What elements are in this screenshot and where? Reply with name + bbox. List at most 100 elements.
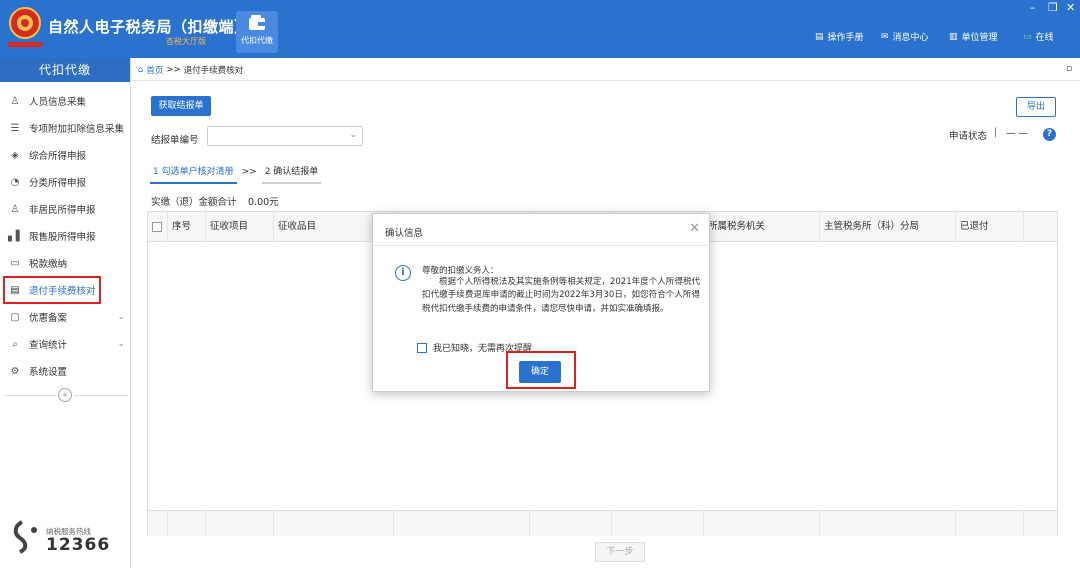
checkbox[interactable]: [417, 342, 427, 353]
footer-cell: [530, 511, 612, 536]
divider: [132, 80, 1080, 81]
step-2[interactable]: 2 确认结报单: [261, 164, 322, 184]
book-icon: ▤: [815, 31, 824, 42]
hotline-number: 12366: [46, 535, 111, 555]
messages-label: 消息中心: [892, 33, 929, 43]
close-tab-button[interactable]: ▫: [1066, 64, 1072, 74]
bar-icon: ▖▌: [8, 230, 24, 242]
person-icon: ♙: [10, 203, 20, 215]
dialog-message: 根据个人所得税法及其实施条例等相关规定，2021年度个人所得税代扣代缴手续费退库…: [422, 277, 700, 314]
sidebar-item-query[interactable]: ⌕ 查询统计 ⌄: [0, 334, 131, 354]
pie-icon: ◔: [10, 176, 20, 188]
status-label: 申请状态: [949, 131, 988, 142]
unit-management-link[interactable]: ▥ 单位管理: [949, 30, 998, 44]
breadcrumb-home[interactable]: 首页: [146, 64, 163, 76]
step-1[interactable]: 1 勾选单户核对清册: [150, 164, 237, 184]
sidebar-item-label: 税款缴纳: [29, 259, 68, 270]
footer-cell: [274, 511, 394, 536]
help-icon[interactable]: ?: [1043, 128, 1056, 141]
wallet-icon: [249, 15, 265, 30]
step-indicator: 1 勾选单户核对清册 >> 2 确认结报单: [150, 164, 322, 184]
col-refunded: 已退付: [956, 212, 1024, 241]
chevron-down-icon: ⌄: [117, 339, 125, 349]
doc-icon: ▢: [10, 311, 20, 323]
sidebar-highlight-box: [3, 276, 101, 304]
sidebar-item-restricted-stock[interactable]: ▖▌ 限售股所得申报: [0, 226, 131, 246]
app-title: 自然人电子税务局（扣缴端）: [48, 18, 250, 36]
breadcrumb: ⌂ 首页 >> 退付手续费核对: [138, 64, 243, 76]
manual-label: 操作手册: [827, 33, 864, 43]
sidebar-item-label: 非居民所得申报: [29, 205, 96, 216]
manual-link[interactable]: ▤ 操作手册: [815, 30, 864, 44]
sidebar-item-preferential[interactable]: ▢ 优惠备案 ⌄: [0, 307, 131, 327]
col-branch-office: 主管税务所（科）分局: [820, 212, 956, 241]
sidebar-item-label: 查询统计: [29, 340, 68, 351]
footer-cell: [820, 511, 956, 536]
title-bar: 自然人电子税务局（扣缴端） 杏税大厅版 代扣代缴 ▤ 操作手册 ✉ 消息中心 ▥…: [0, 0, 1080, 58]
next-step-button[interactable]: 下一步: [595, 542, 645, 562]
select-all-checkbox[interactable]: [152, 221, 162, 232]
module-withholding[interactable]: 代扣代缴: [236, 11, 278, 53]
hotline: 纳税服务热线 12366: [12, 520, 109, 557]
online-label: 在线: [1035, 33, 1054, 43]
sidebar-header: 代扣代缴: [0, 58, 130, 82]
breadcrumb-current: 退付手续费核对: [183, 66, 244, 76]
dialog-greeting: 尊敬的扣缴义务人：: [422, 266, 499, 276]
sidebar-item-label: 人员信息采集: [29, 97, 87, 108]
list-icon: ☰: [10, 122, 20, 134]
confirm-highlight-box: [506, 351, 576, 389]
footer-cell: [148, 511, 168, 536]
gear-icon: ⚙: [10, 365, 20, 377]
sidebar-item-nonresident[interactable]: ♙ 非居民所得申报: [0, 199, 131, 219]
online-status[interactable]: ▭ 在线: [1023, 30, 1054, 44]
sidebar-item-personnel[interactable]: ♙ 人员信息采集: [0, 91, 131, 111]
sidebar-item-tax-payment[interactable]: ▭ 税款缴纳: [0, 253, 131, 273]
col-empty-4: [1024, 212, 1057, 241]
divider: [4, 395, 56, 396]
breadcrumb-separator: >>: [166, 65, 181, 75]
divider: [74, 395, 128, 396]
minimize-button[interactable]: –: [1030, 1, 1036, 14]
sidebar-item-label: 限售股所得申报: [29, 232, 96, 243]
phone-icon: [13, 520, 37, 554]
person-icon: ♙: [10, 95, 20, 107]
col-levy-item: 征收项目: [206, 212, 274, 241]
sidebar-item-settings[interactable]: ⚙ 系统设置: [0, 361, 131, 381]
tax-emblem-logo: [8, 7, 42, 47]
chevron-down-icon: ⌄: [349, 130, 357, 140]
export-button[interactable]: 导出: [1016, 97, 1056, 117]
close-icon[interactable]: ✕: [689, 221, 700, 236]
table-footer: [148, 510, 1057, 536]
col-index: 序号: [168, 212, 206, 241]
total-value: 0.00元: [248, 197, 279, 208]
unit-label: 单位管理: [961, 33, 998, 43]
sidebar-item-classified[interactable]: ◔ 分类所得申报: [0, 172, 131, 192]
collapse-sidebar-button[interactable]: «: [58, 388, 72, 402]
get-report-button[interactable]: 获取结报单: [151, 96, 211, 116]
sidebar-item-comprehensive[interactable]: ◈ 综合所得申报: [0, 145, 131, 165]
home-icon[interactable]: ⌂: [138, 65, 143, 75]
sidebar-item-label: 分类所得申报: [29, 178, 87, 189]
module-label: 代扣代缴: [241, 36, 273, 45]
sidebar-item-special-deduction[interactable]: ☰ 专项附加扣除信息采集: [0, 118, 131, 138]
dialog-title: 确认信息: [385, 228, 424, 239]
col-tax-authority: 所属税务机关: [704, 212, 820, 241]
total-label: 实缴（退）金额合计: [151, 197, 237, 208]
sidebar-item-label: 系统设置: [29, 367, 68, 378]
sidebar-item-label: 综合所得申报: [29, 151, 87, 162]
sidebar-item-label: 专项附加扣除信息采集: [29, 124, 125, 135]
folder-icon: ▭: [10, 257, 20, 269]
search-icon: ⌕: [12, 338, 18, 350]
close-window-button[interactable]: ✕: [1066, 1, 1075, 14]
monitor-icon: ▭: [1023, 31, 1032, 42]
restore-button[interactable]: ❐: [1048, 1, 1058, 14]
footer-cell: [206, 511, 274, 536]
info-icon: i: [395, 265, 411, 281]
report-number-select[interactable]: ⌄: [207, 126, 363, 146]
select-all-cell[interactable]: [148, 212, 168, 241]
messages-link[interactable]: ✉ 消息中心: [881, 30, 929, 44]
status-divider: |: [994, 127, 998, 138]
footer-cell: [394, 511, 530, 536]
sidebar-item-label: 优惠备案: [29, 313, 68, 324]
status-value: — —: [1006, 128, 1029, 139]
